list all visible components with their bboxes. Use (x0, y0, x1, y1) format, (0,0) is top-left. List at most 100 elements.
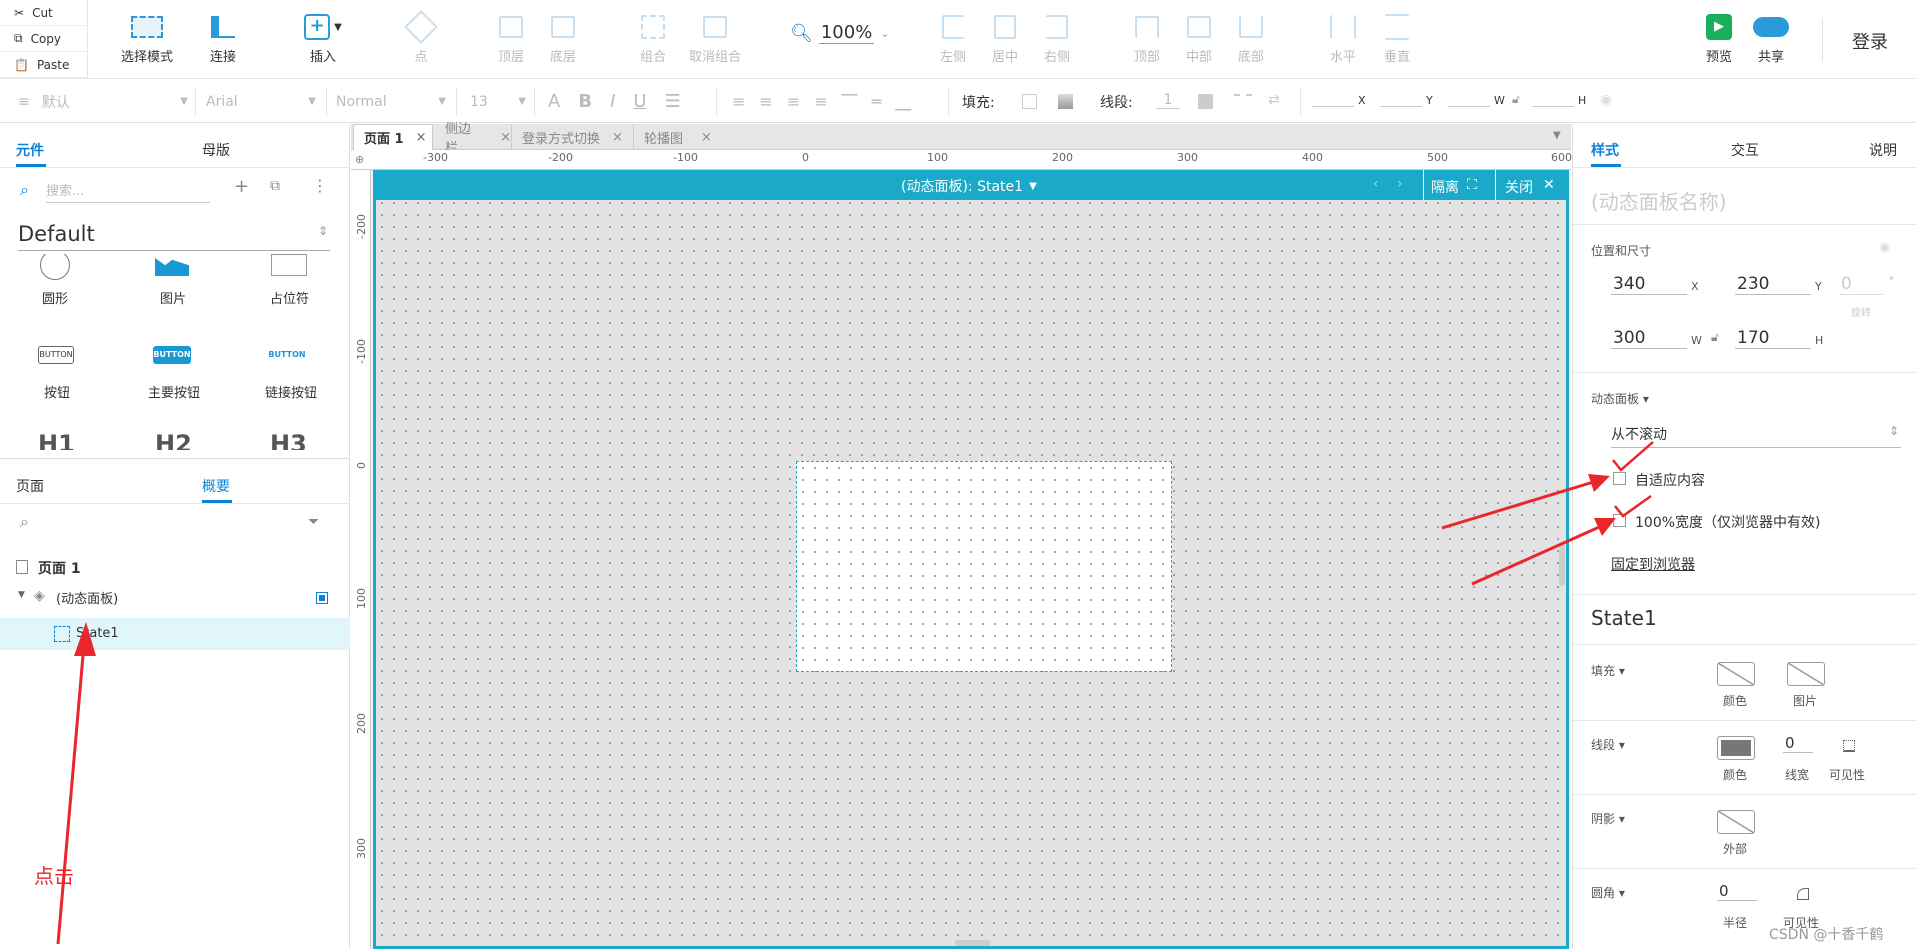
w-input[interactable]: 300 (1611, 328, 1687, 349)
radius-input[interactable]: 0 (1717, 882, 1757, 901)
tab-login-switch[interactable]: 登录方式切换 × (511, 124, 631, 150)
lock-icon[interactable]: 🔓︎ (1512, 92, 1520, 107)
connect-button[interactable]: 连接 (188, 10, 258, 70)
tabs-menu-icon[interactable]: ▼ (1553, 130, 1561, 141)
arrow-style-icon[interactable]: ⇄ (1268, 92, 1280, 108)
rotate-input[interactable]: 0 (1839, 274, 1883, 295)
group-button[interactable]: 组合 (618, 10, 688, 70)
vertical-scrollbar[interactable] (1559, 544, 1565, 586)
filter-icon[interactable]: ⏷ (308, 514, 319, 530)
close-icon[interactable]: × (701, 130, 712, 145)
tree-page-item[interactable]: 页面 1 (38, 558, 81, 578)
text-align-left-icon[interactable]: ≡ (732, 92, 745, 111)
send-to-back-button[interactable]: 底层 (528, 10, 598, 70)
link-button-icon[interactable]: BUTTON (268, 346, 306, 364)
w-input[interactable] (1448, 106, 1490, 107)
tab-widgets[interactable]: 元件 (16, 140, 44, 160)
search-input[interactable]: 搜索... (46, 180, 210, 203)
panel-section-label[interactable]: 动态面板 ▾ (1591, 390, 1649, 407)
stroke-pattern-icon[interactable] (1234, 94, 1252, 109)
primary-button-icon[interactable]: BUTTON (153, 346, 191, 364)
tab-sidebar[interactable]: 侧边栏 × (435, 122, 511, 156)
tab-notes[interactable]: 说明 (1869, 140, 1897, 160)
tab-carousel[interactable]: 轮播图 × (633, 124, 713, 150)
next-state-icon[interactable]: › (1397, 176, 1403, 192)
login-link[interactable]: 登录 (1852, 28, 1888, 54)
horizontal-scrollbar[interactable] (955, 940, 991, 946)
paste-button[interactable]: 📋 Paste (0, 52, 88, 78)
align-right-button[interactable]: 右侧 (1022, 10, 1092, 70)
italic-icon[interactable]: I (610, 91, 615, 112)
search-icon[interactable]: ⌕ (20, 512, 29, 532)
align-bottom-button[interactable]: 底部 (1216, 10, 1286, 70)
more-icon[interactable]: ⋮ (312, 176, 328, 195)
stroke-color-swatch[interactable] (1198, 94, 1213, 109)
valign-top-icon[interactable]: ⎺ (842, 92, 858, 112)
h-input[interactable]: 170 (1735, 328, 1811, 349)
close-editor-button[interactable]: 关闭 ✕ (1505, 177, 1555, 197)
circle-icon[interactable] (40, 254, 70, 280)
cut-button[interactable]: ✂ Cut (0, 0, 88, 26)
image-icon[interactable] (155, 258, 189, 276)
library-menu-icon[interactable]: ⧉ (270, 178, 280, 194)
eye-icon[interactable]: ◉ (1600, 92, 1612, 108)
valign-middle-icon[interactable]: ═ (872, 92, 882, 111)
radius-section-label[interactable]: 圆角 ▾ (1591, 884, 1625, 901)
fill-color-swatch[interactable] (1022, 94, 1037, 109)
valign-bottom-icon[interactable]: ⎽ (895, 92, 911, 112)
prev-state-icon[interactable]: ‹ (1373, 176, 1379, 192)
underline-icon[interactable]: U (633, 91, 646, 112)
pin-to-browser-link[interactable]: 固定到浏览器 (1611, 554, 1695, 574)
h3-widget[interactable]: H3 (270, 430, 307, 450)
tab-masters[interactable]: 母版 (202, 140, 230, 160)
h-input[interactable] (1532, 106, 1574, 107)
close-icon[interactable]: × (612, 130, 623, 145)
x-input[interactable]: 340 (1611, 274, 1687, 295)
copy-button[interactable]: ⧉ Copy (0, 26, 88, 52)
add-library-icon[interactable]: + (234, 176, 249, 197)
fill-gradient-swatch[interactable] (1058, 94, 1073, 109)
isolate-button[interactable]: 隔离 ⛶ (1431, 177, 1477, 197)
zoom-control[interactable]: 🔍︎ 100% ⌄ (790, 22, 890, 44)
h2-widget[interactable]: H2 (155, 430, 192, 450)
text-justify-icon[interactable]: ≡ (814, 92, 827, 111)
radius-visibility-icon[interactable] (1797, 888, 1809, 900)
fill-image-swatch[interactable] (1787, 662, 1825, 686)
ungroup-button[interactable]: 取消组合 (680, 10, 750, 70)
placeholder-icon[interactable] (271, 254, 307, 276)
fill-color-swatch[interactable] (1717, 662, 1755, 686)
button-icon[interactable]: BUTTON (38, 346, 74, 364)
font-color-icon[interactable]: A (548, 91, 560, 112)
panel-name-input[interactable]: (动态面板名称) (1591, 186, 1727, 215)
chevron-updown-icon[interactable]: ⇕ (318, 224, 328, 238)
shadow-section-label[interactable]: 阴影 ▾ (1591, 810, 1625, 827)
font-select[interactable]: Arial ▼ (206, 80, 316, 123)
tab-page-1[interactable]: 页面 1 × (353, 124, 433, 150)
close-icon[interactable]: × (416, 130, 427, 145)
weight-select[interactable]: Normal ▼ (336, 80, 446, 123)
point-button[interactable]: 点 (386, 10, 456, 70)
fill-section-label[interactable]: 填充 ▾ (1591, 662, 1625, 679)
y-input[interactable]: 230 (1735, 274, 1811, 295)
insert-button[interactable]: + ▼ 插入 (288, 10, 358, 70)
tab-interaction[interactable]: 交互 (1731, 140, 1759, 160)
stroke-color-swatch[interactable] (1717, 736, 1755, 760)
distribute-vertical-button[interactable]: 垂直 (1362, 10, 1432, 70)
stroke-width-input[interactable]: 1 (1156, 92, 1180, 109)
eye-icon[interactable]: ◉ (1879, 240, 1890, 255)
shadow-outer-swatch[interactable] (1717, 810, 1755, 834)
text-align-right-icon[interactable]: ≡ (787, 92, 800, 111)
y-input[interactable] (1380, 106, 1422, 107)
bold-icon[interactable]: B (578, 91, 592, 112)
x-input[interactable] (1312, 106, 1354, 107)
bullet-list-icon[interactable]: ☰ (665, 91, 681, 112)
style-select[interactable]: ≡ 默认 ▼ (18, 80, 188, 123)
select-mode-button[interactable]: 选择模式 (112, 10, 182, 70)
panel-content-area[interactable] (796, 461, 1172, 672)
state-name[interactable]: State1 (1591, 606, 1657, 630)
collapse-icon[interactable]: ▼ (18, 590, 25, 600)
lock-icon[interactable]: 🔓︎ (1711, 330, 1719, 345)
share-button[interactable]: 共享 (1736, 10, 1806, 70)
text-align-center-icon[interactable]: ≡ (759, 92, 772, 111)
font-size-select[interactable]: 13 ▼ (470, 80, 526, 123)
